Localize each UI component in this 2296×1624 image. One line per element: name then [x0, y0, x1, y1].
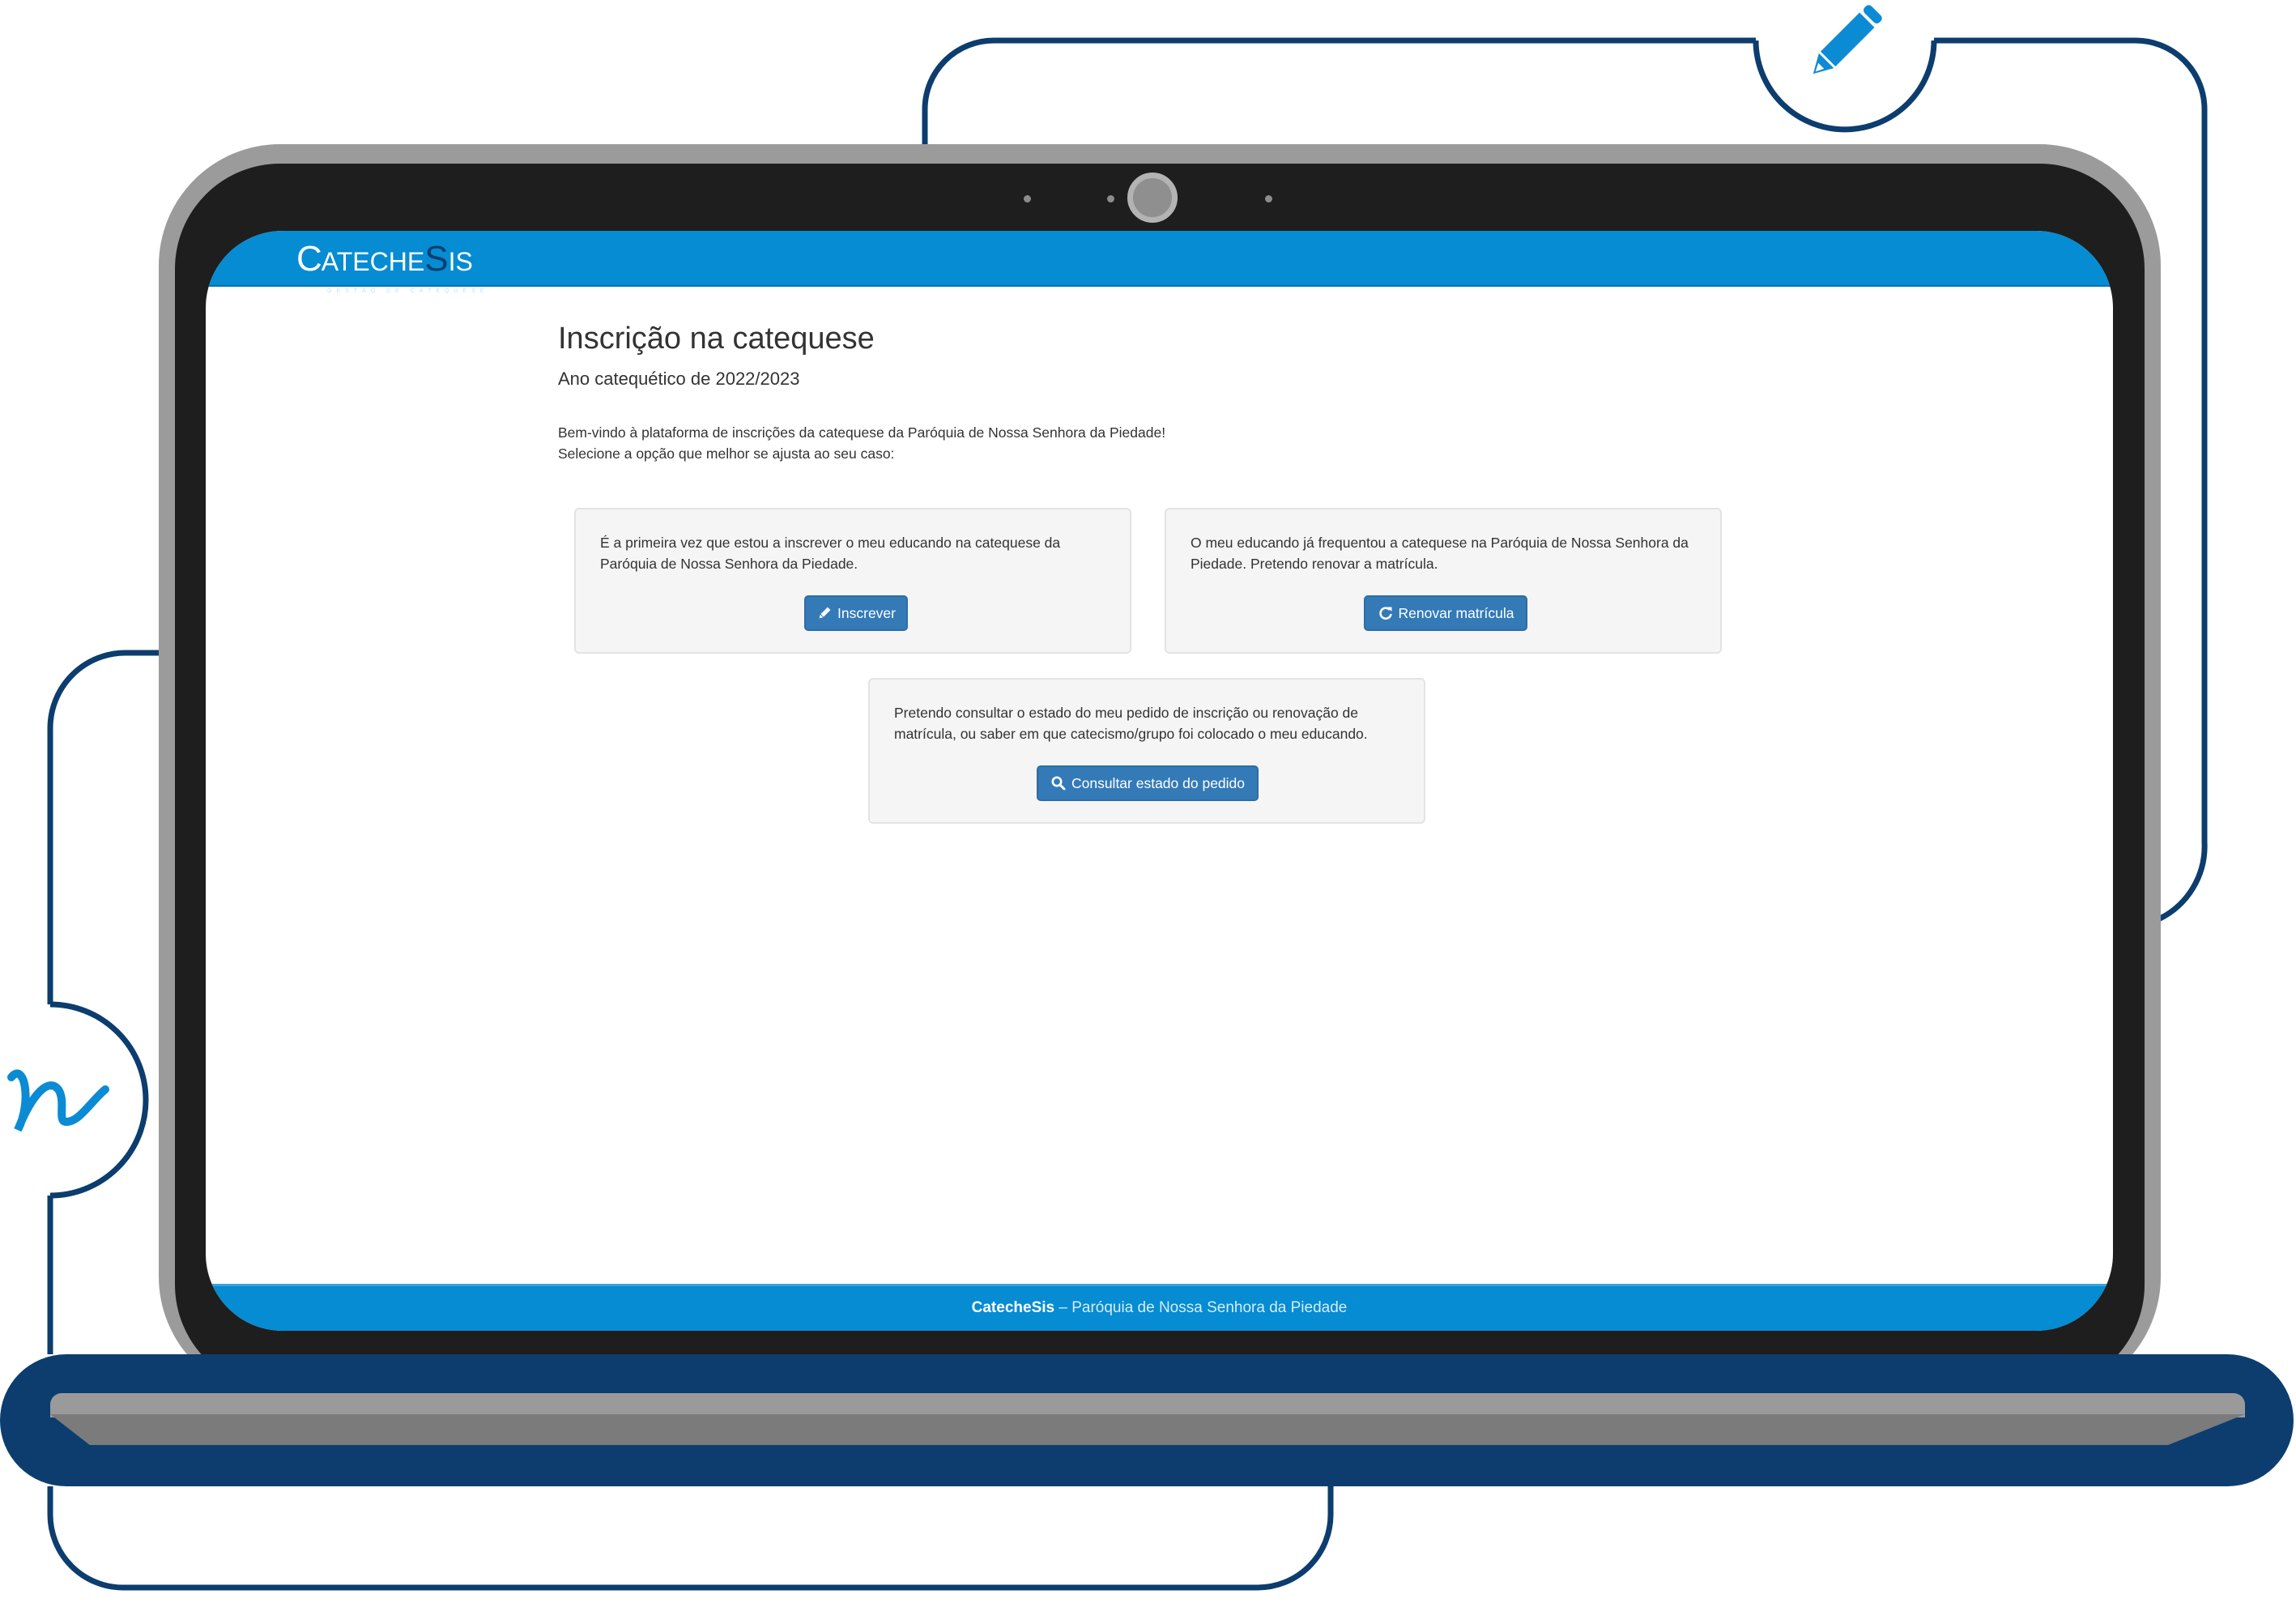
- footer-separator: –: [1054, 1299, 1072, 1316]
- sensor-dot-right: [1265, 195, 1272, 202]
- intro-line-select: Selecione a opção que melhor se ajusta a…: [558, 445, 895, 462]
- check-status-button[interactable]: Consultar estado do pedido: [1037, 765, 1259, 801]
- intro-text: Bem-vindo à plataforma de inscrições da …: [558, 422, 1165, 464]
- enroll-button-label: Inscrever: [837, 604, 896, 621]
- option-text-renew: O meu educando já frequentou a catequese…: [1191, 535, 1689, 572]
- search-icon: [1050, 775, 1067, 791]
- option-panel-renew: O meu educando já frequentou a catequese…: [1165, 508, 1722, 654]
- pencil-decoration-icon: [1813, 5, 1882, 75]
- webcam-icon: [1127, 173, 1178, 223]
- logo-tagline: GESTÃO DE CATEQUESE: [327, 288, 489, 294]
- renew-button-label: Renovar matrícula: [1398, 604, 1514, 621]
- option-panel-first-time: É a primeira vez que estou a inscrever o…: [574, 508, 1131, 654]
- laptop-base: [50, 1393, 2245, 1417]
- sensor-dot-mid: [1107, 195, 1114, 202]
- option-text-status: Pretendo consultar o estado do meu pedid…: [894, 705, 1368, 742]
- enroll-button[interactable]: Inscrever: [804, 595, 908, 631]
- pencil-icon: [816, 605, 833, 621]
- browser-screen: CATECHESIS GESTÃO DE CATEQUESE Inscrição…: [206, 231, 2113, 1331]
- refresh-icon: [1378, 605, 1394, 621]
- footer-parish: Paróquia de Nossa Senhora da Piedade: [1071, 1299, 1348, 1316]
- top-navbar: CATECHESIS GESTÃO DE CATEQUESE: [206, 231, 2113, 294]
- renew-enrollment-button[interactable]: Renovar matrícula: [1364, 595, 1527, 631]
- catechesis-logo[interactable]: CATECHESIS GESTÃO DE CATEQUESE: [296, 239, 483, 294]
- footer-brand: CatecheSis: [971, 1299, 1055, 1316]
- check-status-button-label: Consultar estado do pedido: [1071, 774, 1246, 791]
- option-text-first-time: É a primeira vez que estou a inscrever o…: [600, 535, 1061, 572]
- signature-squiggle-icon: [7, 1069, 109, 1132]
- option-panel-status: Pretendo consultar o estado do meu pedid…: [868, 678, 1425, 824]
- page-title: Inscrição na catequese: [558, 322, 875, 356]
- page-subtitle: Ano catequético de 2022/2023: [558, 369, 800, 389]
- laptop-base-lip: [50, 1414, 2245, 1445]
- intro-line-welcome: Bem-vindo à plataforma de inscrições da …: [558, 424, 1166, 441]
- sensor-dot-left: [1024, 195, 1031, 202]
- page-footer: CatecheSis – Paróquia de Nossa Senhora d…: [206, 1284, 2113, 1331]
